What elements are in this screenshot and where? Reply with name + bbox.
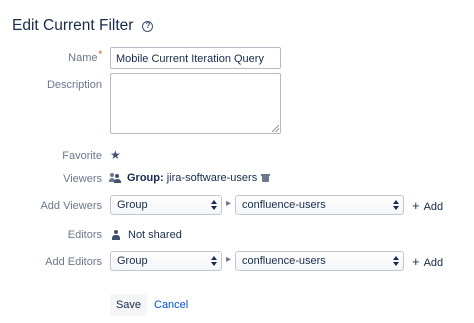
group-icon bbox=[109, 173, 122, 183]
group-name: jira-software-users bbox=[166, 172, 258, 184]
plus-icon: + bbox=[412, 198, 420, 213]
plus-icon: + bbox=[412, 254, 420, 269]
select-arrows-icon bbox=[393, 199, 399, 211]
add-editor-button[interactable]: + Add bbox=[412, 254, 443, 269]
select-arrows-icon bbox=[393, 255, 399, 267]
viewer-group-select[interactable]: confluence-users bbox=[235, 195, 404, 215]
description-label: Description bbox=[46, 79, 102, 91]
help-icon[interactable]: ? bbox=[142, 20, 154, 32]
person-icon bbox=[112, 230, 120, 240]
viewer-group-entry: Group: jira-software-users bbox=[109, 172, 271, 184]
add-viewer-button[interactable]: + Add bbox=[412, 198, 443, 213]
editors-label: Editors bbox=[67, 229, 102, 241]
select-arrows-icon bbox=[211, 199, 217, 211]
add-viewers-label: Add Viewers bbox=[40, 200, 102, 212]
name-input[interactable]: Mobile Current Iteration Query bbox=[110, 47, 281, 69]
star-icon[interactable]: ★ bbox=[110, 148, 121, 162]
save-button[interactable]: Save bbox=[110, 294, 147, 316]
editor-group-select[interactable]: confluence-users bbox=[235, 251, 404, 271]
viewers-label: Viewers bbox=[63, 173, 102, 185]
group-prefix: Group: bbox=[127, 172, 164, 184]
cancel-link[interactable]: Cancel bbox=[154, 299, 188, 311]
name-label: Name* bbox=[68, 49, 102, 64]
viewer-type-select[interactable]: Group bbox=[110, 195, 222, 215]
resize-handle-icon[interactable] bbox=[272, 125, 279, 132]
add-editors-label: Add Editors bbox=[45, 256, 102, 268]
not-shared-text: Not shared bbox=[128, 229, 182, 241]
editors-value: Not shared bbox=[112, 229, 182, 241]
page-title: Edit Current Filter ? bbox=[12, 17, 154, 35]
chevron-right-icon: ▸ bbox=[226, 254, 232, 265]
favorite-label: Favorite bbox=[62, 150, 102, 162]
editor-type-select[interactable]: Group bbox=[110, 251, 222, 271]
trash-icon[interactable] bbox=[261, 174, 271, 182]
description-textarea[interactable] bbox=[110, 73, 281, 134]
page-title-text: Edit Current Filter bbox=[12, 17, 134, 34]
chevron-right-icon: ▸ bbox=[226, 198, 232, 209]
select-arrows-icon bbox=[211, 255, 217, 267]
required-marker: * bbox=[98, 49, 102, 59]
